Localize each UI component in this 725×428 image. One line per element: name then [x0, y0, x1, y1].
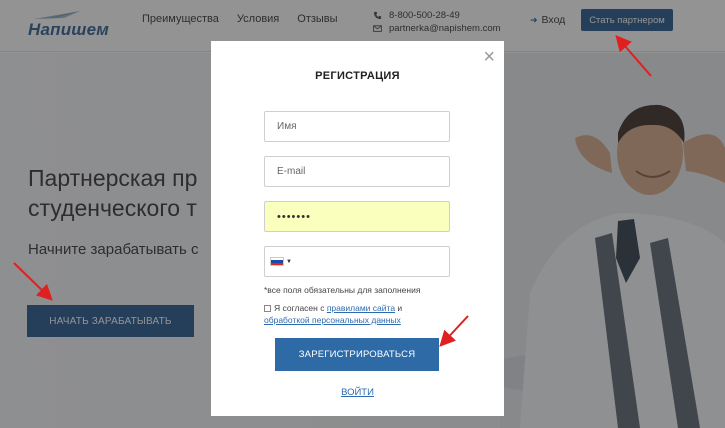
personal-data-link[interactable]: обработкой персональных данных: [264, 315, 401, 325]
registration-modal: × РЕГИСТРАЦИЯ Имя E-mail ••••••• ▼ *все …: [211, 41, 504, 416]
name-field[interactable]: Имя: [264, 111, 450, 142]
email-placeholder: E-mail: [277, 166, 306, 177]
register-button[interactable]: ЗАРЕГИСТРИРОВАТЬСЯ: [275, 338, 439, 371]
agree-prefix: Я согласен с: [274, 303, 327, 313]
signin-link[interactable]: ВОЙТИ: [211, 387, 504, 398]
site-rules-link[interactable]: правилами сайта: [327, 303, 395, 313]
agree-and: и: [395, 303, 403, 313]
email-field[interactable]: E-mail: [264, 156, 450, 187]
country-selector[interactable]: ▼: [265, 257, 292, 266]
password-value: •••••••: [277, 210, 311, 223]
phone-field[interactable]: ▼: [264, 246, 450, 277]
russia-flag-icon: [270, 257, 284, 266]
modal-title: РЕГИСТРАЦИЯ: [315, 70, 400, 82]
required-note: *все поля обязательны для заполнения: [264, 285, 421, 295]
agreement: Я согласен с правилами сайта и обработко…: [264, 302, 464, 326]
close-icon[interactable]: ×: [483, 47, 495, 67]
chevron-down-icon: ▼: [286, 258, 292, 265]
password-field[interactable]: •••••••: [264, 201, 450, 232]
agree-checkbox[interactable]: [264, 305, 271, 313]
name-placeholder: Имя: [277, 121, 297, 132]
